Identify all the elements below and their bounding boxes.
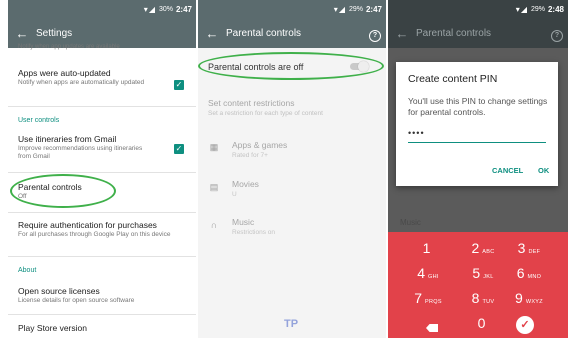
category-music[interactable]: Music Restrictions on (232, 217, 378, 236)
key-9[interactable]: 9 WXYZ (506, 290, 552, 312)
clock: 2:47 (175, 4, 192, 14)
status-bar: ▾◢ 29% 2:47 (198, 0, 386, 18)
key-6[interactable]: 6 MNO (506, 265, 552, 287)
back-arrow-icon[interactable]: ← (198, 26, 226, 41)
highlight-ellipse (198, 52, 384, 80)
key-5[interactable]: 5 JKL (460, 265, 506, 287)
category-subtitle: Restrictions on (232, 229, 275, 236)
section-header-user-controls: User controls (18, 117, 60, 124)
create-pin-screen: ▾◢ 29% 2:48 ← Parental controls ? Music … (388, 0, 568, 338)
section-header-about: About (18, 267, 37, 274)
back-arrow-icon[interactable]: ← (388, 26, 416, 41)
restrictions-title: Set content restrictions (208, 98, 295, 108)
divider (8, 212, 196, 213)
parental-controls-screen: ▾◢ 29% 2:47 ← Parental controls ? Parent… (198, 0, 386, 338)
clock: 2:48 (547, 4, 564, 14)
key-1[interactable]: 1 (405, 240, 451, 262)
confirm-check-icon[interactable]: ✓ (516, 316, 534, 334)
setting-title: Open source licenses (18, 286, 100, 296)
status-bar: ▾◢ 30% 2:47 (8, 0, 196, 18)
cancel-button[interactable]: CANCEL (492, 166, 523, 175)
back-arrow-icon[interactable]: ← (8, 26, 36, 41)
restrictions-subtitle: Set a restriction for each type of conte… (208, 110, 323, 117)
settings-screen: ▾◢ 30% 2:47 ← Settings Notify when app u… (8, 0, 196, 338)
app-bar: ← Parental controls ? (198, 18, 386, 48)
page-title: Parental controls (226, 27, 302, 39)
key-2[interactable]: 2 ABC (460, 240, 506, 262)
setting-title: Use itineraries from Gmail (18, 134, 117, 144)
app-bar: ← Parental controls ? (388, 18, 568, 48)
check-icon: ✓ (175, 80, 183, 89)
checkbox-auto-updated[interactable]: ✓ (174, 80, 184, 90)
divider (8, 172, 196, 173)
setting-title: Apps were auto-updated (18, 68, 111, 78)
key-8[interactable]: 8 TUV (460, 290, 506, 312)
highlight-ellipse (10, 174, 116, 208)
battery-level: 29% (530, 5, 545, 13)
headphones-icon: ∩ (210, 220, 218, 230)
setting-subtitle: License details for open source software (18, 297, 135, 304)
help-icon[interactable]: ? (546, 24, 568, 42)
setting-play-store-version[interactable]: Play Store version (18, 323, 186, 333)
divider (8, 314, 196, 315)
divider (8, 106, 196, 107)
setting-subtitle: Improve recommendations using itinerarie… (18, 145, 143, 160)
cutoff-subtitle: Notify when app updates are available (18, 44, 120, 50)
category-apps-games[interactable]: Apps & games Rated for 7+ (232, 140, 378, 159)
category-title: Apps & games (232, 140, 288, 150)
key-0[interactable]: 0 (460, 315, 506, 337)
category-title: Movies (232, 179, 259, 189)
setting-auto-updated[interactable]: Apps were auto-updated Notify when apps … (18, 68, 186, 87)
setting-title: Play Store version (18, 323, 87, 333)
watermark-logo: TP (283, 318, 299, 330)
check-icon: ✓ (175, 144, 183, 153)
help-icon[interactable]: ? (364, 24, 386, 42)
clock: 2:47 (365, 4, 382, 14)
status-bar: ▾◢ 29% 2:48 (388, 0, 568, 18)
page-title: Settings (36, 27, 73, 39)
category-subtitle: Rated for 7+ (232, 152, 268, 159)
setting-require-authentication[interactable]: Require authentication for purchases For… (18, 220, 186, 239)
key-4[interactable]: 4 GHI (405, 265, 451, 287)
backspace-icon[interactable] (426, 324, 438, 332)
checkbox-itineraries[interactable]: ✓ (174, 144, 184, 154)
setting-title: Require authentication for purchases (18, 220, 157, 230)
signal-icon: ▾◢ (143, 4, 156, 14)
content-restrictions-header: Set content restrictions Set a restricti… (208, 98, 376, 117)
category-title: Music (232, 217, 255, 227)
setting-open-source-licenses[interactable]: Open source licenses License details for… (18, 286, 186, 305)
ok-button[interactable]: OK (538, 166, 549, 175)
signal-icon: ▾◢ (333, 4, 346, 14)
dialog-body: You'll use this PIN to change settings f… (408, 96, 548, 117)
setting-subtitle: For all purchases through Google Play on… (18, 231, 171, 238)
pin-input[interactable]: •••• (408, 128, 546, 143)
apps-icon: ▦ (209, 142, 219, 152)
signal-icon: ▾◢ (515, 4, 528, 14)
category-movies[interactable]: Movies U (232, 179, 378, 198)
key-7[interactable]: 7 PRQS (405, 290, 451, 312)
divider (8, 256, 196, 257)
setting-itineraries[interactable]: Use itineraries from Gmail Improve recom… (18, 134, 186, 160)
movie-icon: ▤ (209, 182, 219, 192)
underlay-music-item: Music (400, 218, 421, 227)
battery-level: 30% (158, 5, 173, 13)
numeric-keypad: 1 2 ABC 3 DEF 4 GHI 5 JKL 6 MNO 7 PRQS 8 TUV 9W… (388, 232, 568, 338)
battery-level: 29% (348, 5, 363, 13)
page-title: Parental controls (416, 27, 492, 39)
setting-subtitle: Notify when apps are automatically updat… (18, 79, 145, 86)
create-pin-dialog: Create content PIN You'll use this PIN t… (396, 62, 558, 186)
dialog-title: Create content PIN (408, 73, 498, 85)
key-3[interactable]: 3 DEF (506, 240, 552, 262)
category-subtitle: U (232, 191, 237, 198)
